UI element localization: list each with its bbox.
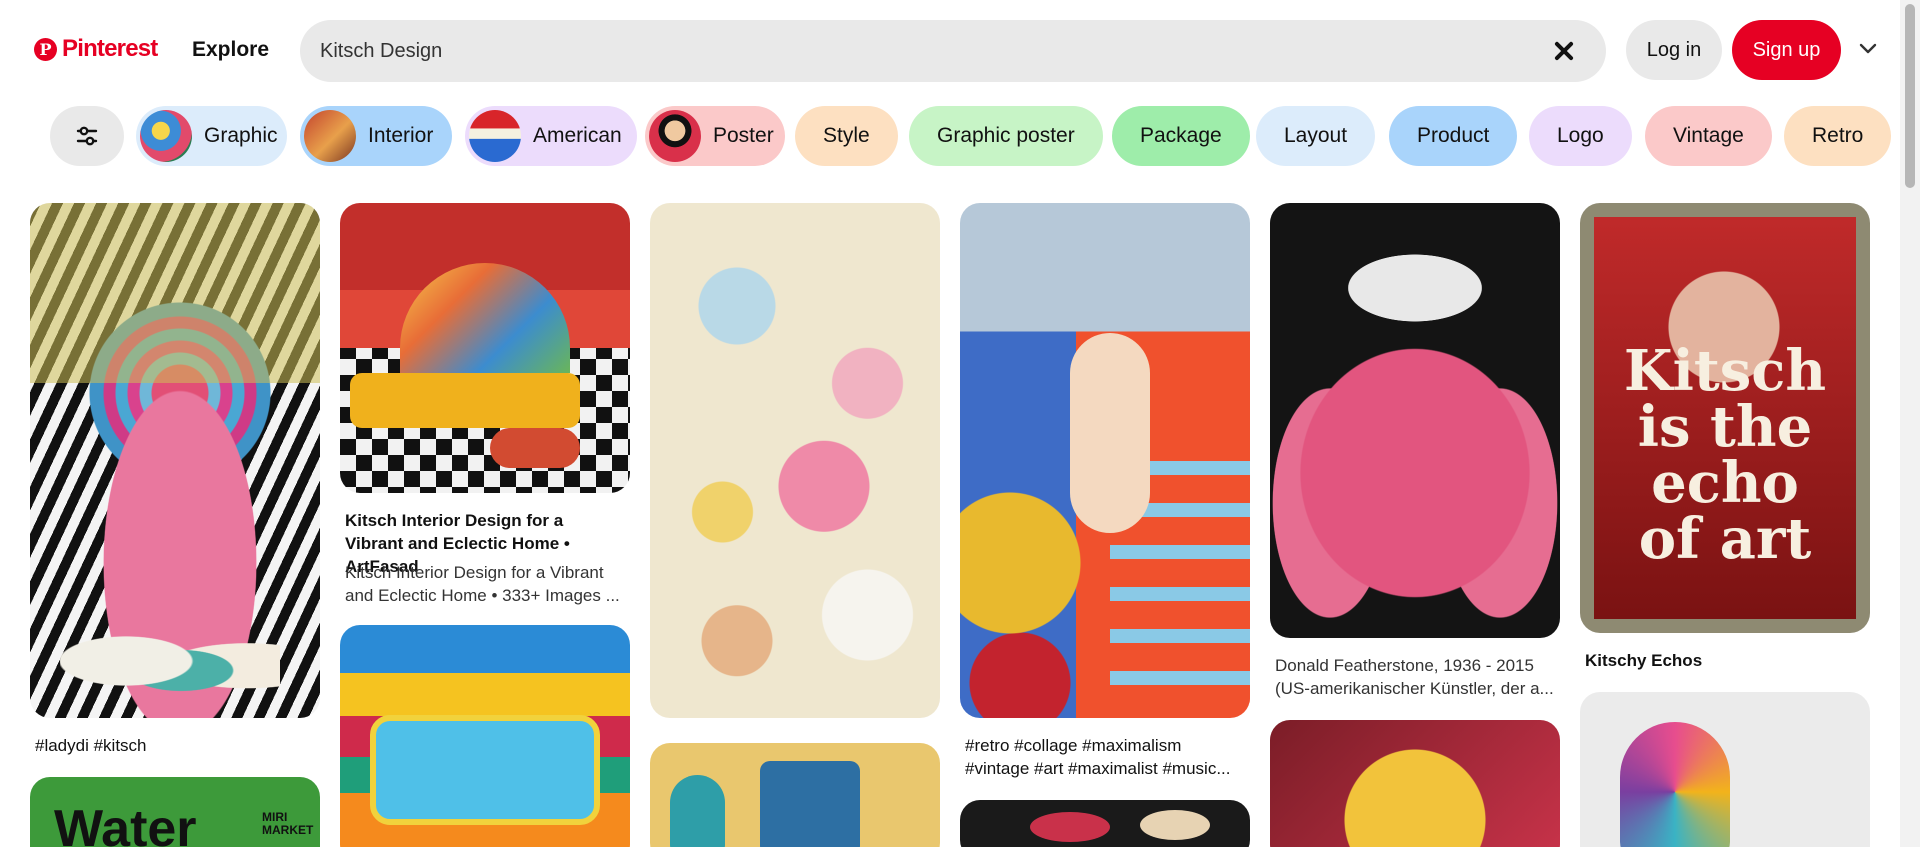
pin-image-ladydi[interactable] <box>30 203 320 718</box>
pin-image-gramophone[interactable] <box>1580 692 1870 847</box>
pin-image-kitschy-echos[interactable]: Kitsch is the echo of art <box>1580 203 1870 633</box>
pin-grid: #ladydi #kitsch Water MIRI MARKET Kitsch… <box>0 0 1900 847</box>
pin-image-maximalist-collage[interactable] <box>960 203 1250 718</box>
pin-image-water[interactable]: Water MIRI MARKET <box>30 777 320 847</box>
pin-poster-text: Water <box>54 800 197 847</box>
pin-image-kitsch-collage[interactable] <box>650 203 940 718</box>
pin-poster-text: Kitsch is the echo of art <box>1623 338 1827 572</box>
pin-image-truck-art[interactable] <box>340 625 630 847</box>
pin-image-blonde[interactable] <box>1270 720 1560 847</box>
pin-poster-small-text: MIRI MARKET <box>262 810 314 837</box>
pin-image-teapot[interactable] <box>650 743 940 847</box>
page-scrollbar[interactable] <box>1900 0 1920 847</box>
pin-image-flamingo-chandelier[interactable] <box>1270 203 1560 638</box>
pin-caption: #ladydi #kitsch <box>35 736 147 755</box>
pin-description: Donald Featherstone, 1936 - 2015 (US-ame… <box>1275 656 1554 698</box>
pin-image-interior[interactable] <box>340 203 630 493</box>
scrollbar-thumb[interactable] <box>1905 4 1915 188</box>
pin-description: Kitsch Interior Design for a Vibrant and… <box>345 563 620 605</box>
pin-image-hats[interactable] <box>960 800 1250 847</box>
pin-title: Kitschy Echos <box>1585 651 1703 670</box>
pin-caption: #retro #collage #maximalism #vintage #ar… <box>965 736 1231 778</box>
